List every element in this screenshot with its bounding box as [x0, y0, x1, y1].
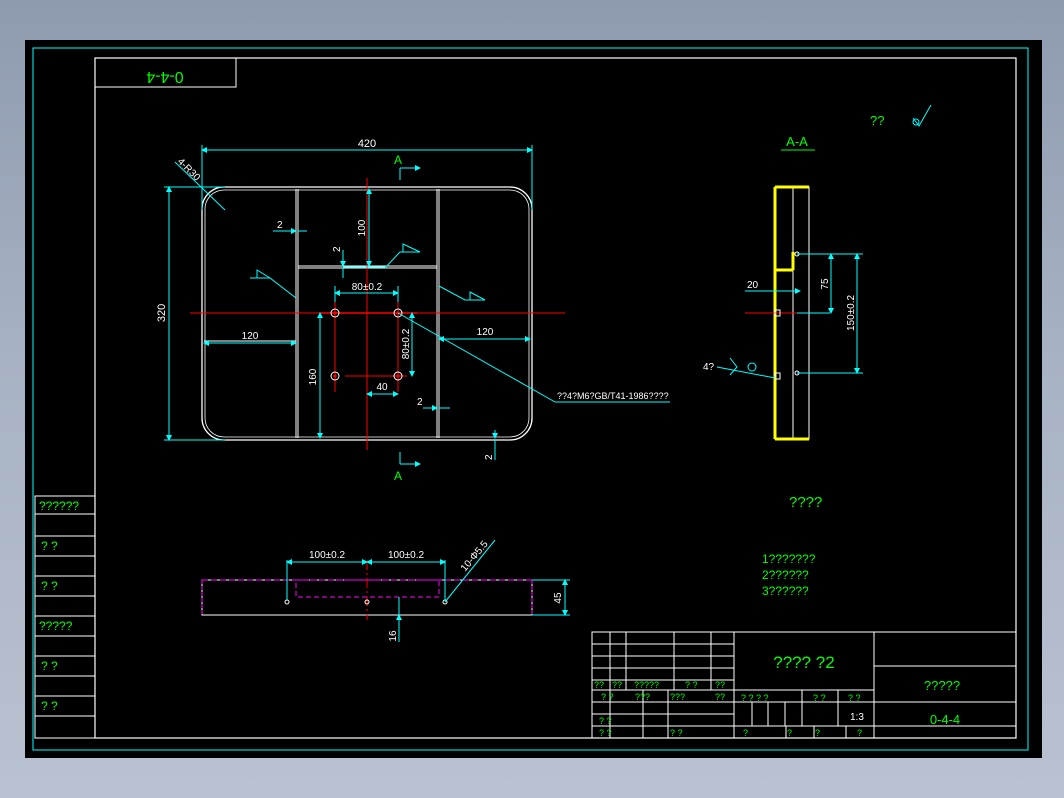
dim-2-corner: 2 [484, 454, 495, 460]
drawing-sheet: 0-4-4 ?????? ? ? ? ? ????? ? ? ? ? 420 3… [25, 40, 1042, 758]
dim-radius: 4-R30 [175, 156, 202, 183]
svg-text:??: ?? [870, 113, 884, 128]
dim-160: 160 [308, 368, 319, 385]
dim-80-horizontal: 80±0.2 [352, 282, 383, 293]
dim-100: 100 [357, 219, 368, 236]
dim-120-left: 120 [242, 331, 259, 342]
note-item: 3?????? [762, 584, 809, 598]
dim-420: 420 [358, 138, 376, 150]
note-item: 2?????? [762, 568, 809, 582]
side-table-cell: ????? [39, 619, 73, 633]
svg-text:? ?: ? ? [685, 680, 698, 690]
svg-text:??: ?? [715, 680, 725, 690]
svg-text:???: ??? [670, 692, 685, 702]
dim-80-vertical: 80±0.2 [401, 328, 412, 359]
drawing-number: 0-4-4 [930, 712, 960, 727]
svg-text:? ?: ? ? [599, 716, 612, 726]
svg-text:?: ? [743, 728, 748, 738]
dim-100-left: 100±0.2 [309, 550, 346, 561]
hole-note: ??4?M6?GB/T41-1986???? [557, 391, 669, 401]
note-item: 1??????? [762, 552, 816, 566]
svg-text:??: ?? [594, 680, 604, 690]
dim-40: 40 [376, 382, 388, 393]
company-name: ????? [924, 678, 960, 693]
outer-border [32, 47, 1029, 751]
dim-320: 320 [156, 304, 168, 322]
part-name: ???? ?2 [773, 653, 834, 672]
plan-view: 420 320 4-R30 A A 100 2 2 80±0.2 80±0.2 … [156, 138, 670, 483]
side-table-cell: ? ? [41, 579, 58, 593]
svg-text:? ?: ? ? [599, 728, 612, 738]
weld-label: 4? [703, 362, 715, 373]
dim-100-right: 100±0.2 [388, 550, 425, 561]
dim-45: 45 [553, 592, 564, 604]
svg-text:? ?: ? ? [601, 692, 614, 702]
section-mark-top: A [394, 153, 402, 167]
title-block: ?? ?? ????? ? ? ?? ? ? ??? ??? ?? ? ? ? … [591, 631, 1017, 739]
dim-20: 20 [747, 280, 759, 291]
side-table-cell: ? ? [41, 699, 58, 713]
technical-notes: ???? 1??????? 2?????? 3?????? [762, 494, 822, 598]
scale: 1:3 [850, 712, 864, 723]
roughness-symbol: ?? [870, 104, 932, 128]
inner-border [94, 57, 1017, 739]
cad-drawing: 0-4-4 ?????? ? ? ? ? ????? ? ? ? ? 420 3… [32, 47, 1029, 751]
dim-2-bottom: 2 [417, 397, 423, 408]
notes-heading: ???? [789, 494, 822, 511]
section-view: A-A 75 150±0.2 20 4? [703, 134, 863, 441]
dim-120-right: 120 [477, 327, 494, 338]
dim-2-left: 2 [277, 220, 283, 231]
svg-text:? ?: ? ? [848, 693, 861, 703]
hole-callout: 10-Φ5.5 [459, 539, 491, 574]
svg-text:?????: ????? [634, 680, 659, 690]
front-view: 100±0.2 100±0.2 10-Φ5.5 45 16 [201, 539, 570, 642]
svg-text:? ?: ? ? [813, 693, 826, 703]
side-table-cell: ?????? [39, 499, 79, 513]
title-stamp-text: 0-4-4 [146, 68, 183, 85]
svg-text:??: ?? [715, 692, 725, 702]
dim-16: 16 [388, 630, 399, 642]
dim-75: 75 [820, 278, 831, 290]
section-title: A-A [786, 134, 808, 149]
side-table-cell: ? ? [41, 539, 58, 553]
svg-text:? ?: ? ? [670, 728, 683, 738]
side-table: ?????? ? ? ? ? ????? ? ? ? ? [34, 495, 96, 739]
section-mark-bottom: A [394, 469, 402, 483]
svg-text:?: ? [787, 728, 792, 738]
dim-2-mid: 2 [332, 246, 343, 252]
svg-text:? ? ? ?: ? ? ? ? [741, 693, 769, 703]
svg-text:??: ?? [612, 680, 622, 690]
side-table-cell: ? ? [41, 659, 58, 673]
svg-text:???: ??? [635, 692, 650, 702]
svg-text:?: ? [857, 728, 862, 738]
svg-text:?: ? [815, 728, 820, 738]
dim-150: 150±0.2 [846, 295, 857, 332]
